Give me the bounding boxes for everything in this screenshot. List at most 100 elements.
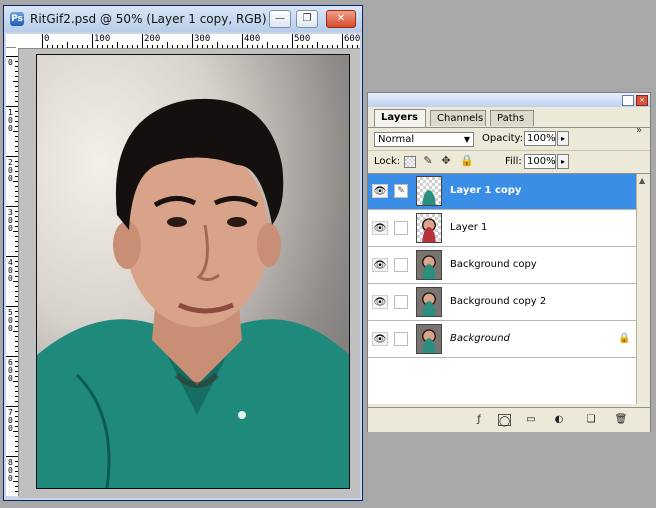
layer-row[interactable]: 👁 Background 🔒 (368, 322, 636, 358)
layer-list-scrollbar[interactable]: ▲ (636, 174, 650, 404)
link-box[interactable] (394, 295, 408, 309)
eye-icon[interactable]: 👁 (372, 258, 388, 272)
ruler-tick (117, 42, 118, 48)
ruler-label: 200 (8, 158, 13, 183)
layer-row[interactable]: 👁 Background copy 2 (368, 285, 636, 321)
ruler-tick (192, 34, 193, 48)
add-mask-icon[interactable]: ◯ (498, 414, 511, 427)
ruler-tick (157, 45, 158, 48)
layer-row[interactable]: 👁 Layer 1 (368, 211, 636, 247)
ruler-tick (137, 45, 138, 48)
ruler-tick (332, 45, 333, 48)
ruler-tick (102, 45, 103, 48)
palette-footer: ƒ ◯ ▭ ◐ ❏ 🗑 (368, 407, 650, 432)
layer-name: Background copy (450, 259, 537, 270)
ruler-tick (127, 45, 128, 48)
ruler-tick (357, 45, 358, 48)
layer-name: Background copy 2 (450, 296, 547, 307)
opacity-input[interactable]: 100% (524, 131, 556, 146)
ruler-tick (202, 45, 203, 48)
ruler-label: 800 (8, 458, 13, 483)
palette-tabs: Layers Channels Paths » (368, 107, 650, 136)
document-window[interactable]: Ps RitGif2.psd @ 50% (Layer 1 copy, RGB)… (3, 5, 363, 501)
lock-transparency-icon[interactable] (404, 156, 416, 168)
ruler-tick (352, 45, 353, 48)
layer-name: Layer 1 (450, 222, 488, 233)
tab-channels[interactable]: Channels (430, 110, 486, 126)
new-layer-set-folder-icon[interactable]: ▭ (524, 413, 538, 426)
lock-position-move-icon[interactable]: ✥ (440, 155, 452, 167)
ruler-tick (15, 251, 18, 252)
eye-icon[interactable]: 👁 (372, 332, 388, 346)
ruler-tick (107, 45, 108, 48)
ruler-tick (15, 341, 18, 342)
ruler-tick (132, 45, 133, 48)
tab-paths[interactable]: Paths (490, 110, 534, 126)
new-layer-icon[interactable]: ❏ (584, 413, 598, 426)
scroll-up-icon[interactable]: ▲ (639, 176, 645, 185)
trash-icon[interactable]: 🗑 (614, 413, 628, 426)
ruler-tick (227, 45, 228, 48)
eye-icon[interactable]: 👁 (372, 295, 388, 309)
link-box[interactable] (394, 221, 408, 235)
ruler-tick (282, 45, 283, 48)
horizontal-ruler[interactable]: 0 100 200 300 400 500 600 (16, 34, 360, 49)
fill-slider-button[interactable]: ▸ (557, 154, 569, 169)
ruler-tick (112, 45, 113, 48)
maximize-button[interactable]: ❐ (296, 10, 318, 28)
ruler-tick (47, 45, 48, 48)
ruler-tick (15, 186, 18, 187)
layer-thumbnail (416, 250, 442, 280)
ruler-tick (15, 286, 18, 287)
link-box[interactable] (394, 332, 408, 346)
ruler-tick (92, 34, 93, 48)
layers-palette[interactable]: × Layers Channels Paths » Normal ▼ Opaci… (367, 92, 651, 432)
ruler-tick (247, 45, 248, 48)
document-titlebar[interactable]: Ps RitGif2.psd @ 50% (Layer 1 copy, RGB)… (4, 6, 362, 33)
ruler-label: 400 (244, 34, 261, 44)
ruler-tick (197, 45, 198, 48)
ruler-tick (15, 101, 18, 102)
layer-row[interactable]: 👁 ✎ Layer 1 copy (368, 174, 636, 210)
portrait-image[interactable] (36, 54, 350, 489)
lock-paint-brush-icon[interactable]: ✎ (422, 155, 434, 167)
fill-input[interactable]: 100% (524, 154, 556, 169)
layer-style-icon[interactable]: ƒ (472, 413, 486, 426)
ruler-label: 100 (8, 108, 13, 133)
ruler-tick (15, 91, 18, 92)
link-box[interactable] (394, 258, 408, 272)
ruler-tick (87, 45, 88, 48)
ruler-label: 200 (144, 34, 161, 44)
ruler-tick (6, 206, 18, 207)
ruler-tick (262, 45, 263, 48)
minimize-button[interactable]: — (269, 10, 291, 28)
ruler-tick (15, 436, 18, 437)
ruler-tick (15, 86, 18, 87)
opacity-slider-button[interactable]: ▸ (557, 131, 569, 146)
palette-menu-icon[interactable]: » (636, 125, 642, 136)
brush-icon[interactable]: ✎ (394, 184, 408, 198)
blend-mode-select[interactable]: Normal ▼ (374, 132, 474, 147)
eye-icon[interactable]: 👁 (372, 221, 388, 235)
ruler-tick (15, 291, 18, 292)
ruler-tick (15, 446, 18, 447)
ruler-tick (207, 45, 208, 48)
adjustment-layer-icon[interactable]: ◐ (552, 413, 566, 426)
palette-close-button[interactable]: × (636, 95, 648, 106)
chevron-down-icon: ▼ (463, 135, 470, 144)
lock-all-icon[interactable]: 🔒 (460, 155, 474, 167)
ruler-tick (6, 456, 18, 457)
ruler-tick (297, 45, 298, 48)
palette-minimize-button[interactable] (622, 95, 634, 106)
ruler-tick (15, 386, 18, 387)
photoshop-document-icon: Ps (10, 12, 24, 26)
ruler-tick (342, 34, 343, 48)
tab-layers[interactable]: Layers (374, 109, 426, 127)
palette-titlebar[interactable]: × (368, 93, 650, 107)
vertical-ruler[interactable]: 0 100 200 300 400 500 600 700 800 (6, 48, 19, 496)
ruler-tick (52, 45, 53, 48)
close-button[interactable]: ✕ (326, 10, 356, 28)
layer-row[interactable]: 👁 Background copy (368, 248, 636, 284)
eye-icon[interactable]: 👁 (372, 184, 388, 198)
canvas-area[interactable] (19, 49, 360, 498)
